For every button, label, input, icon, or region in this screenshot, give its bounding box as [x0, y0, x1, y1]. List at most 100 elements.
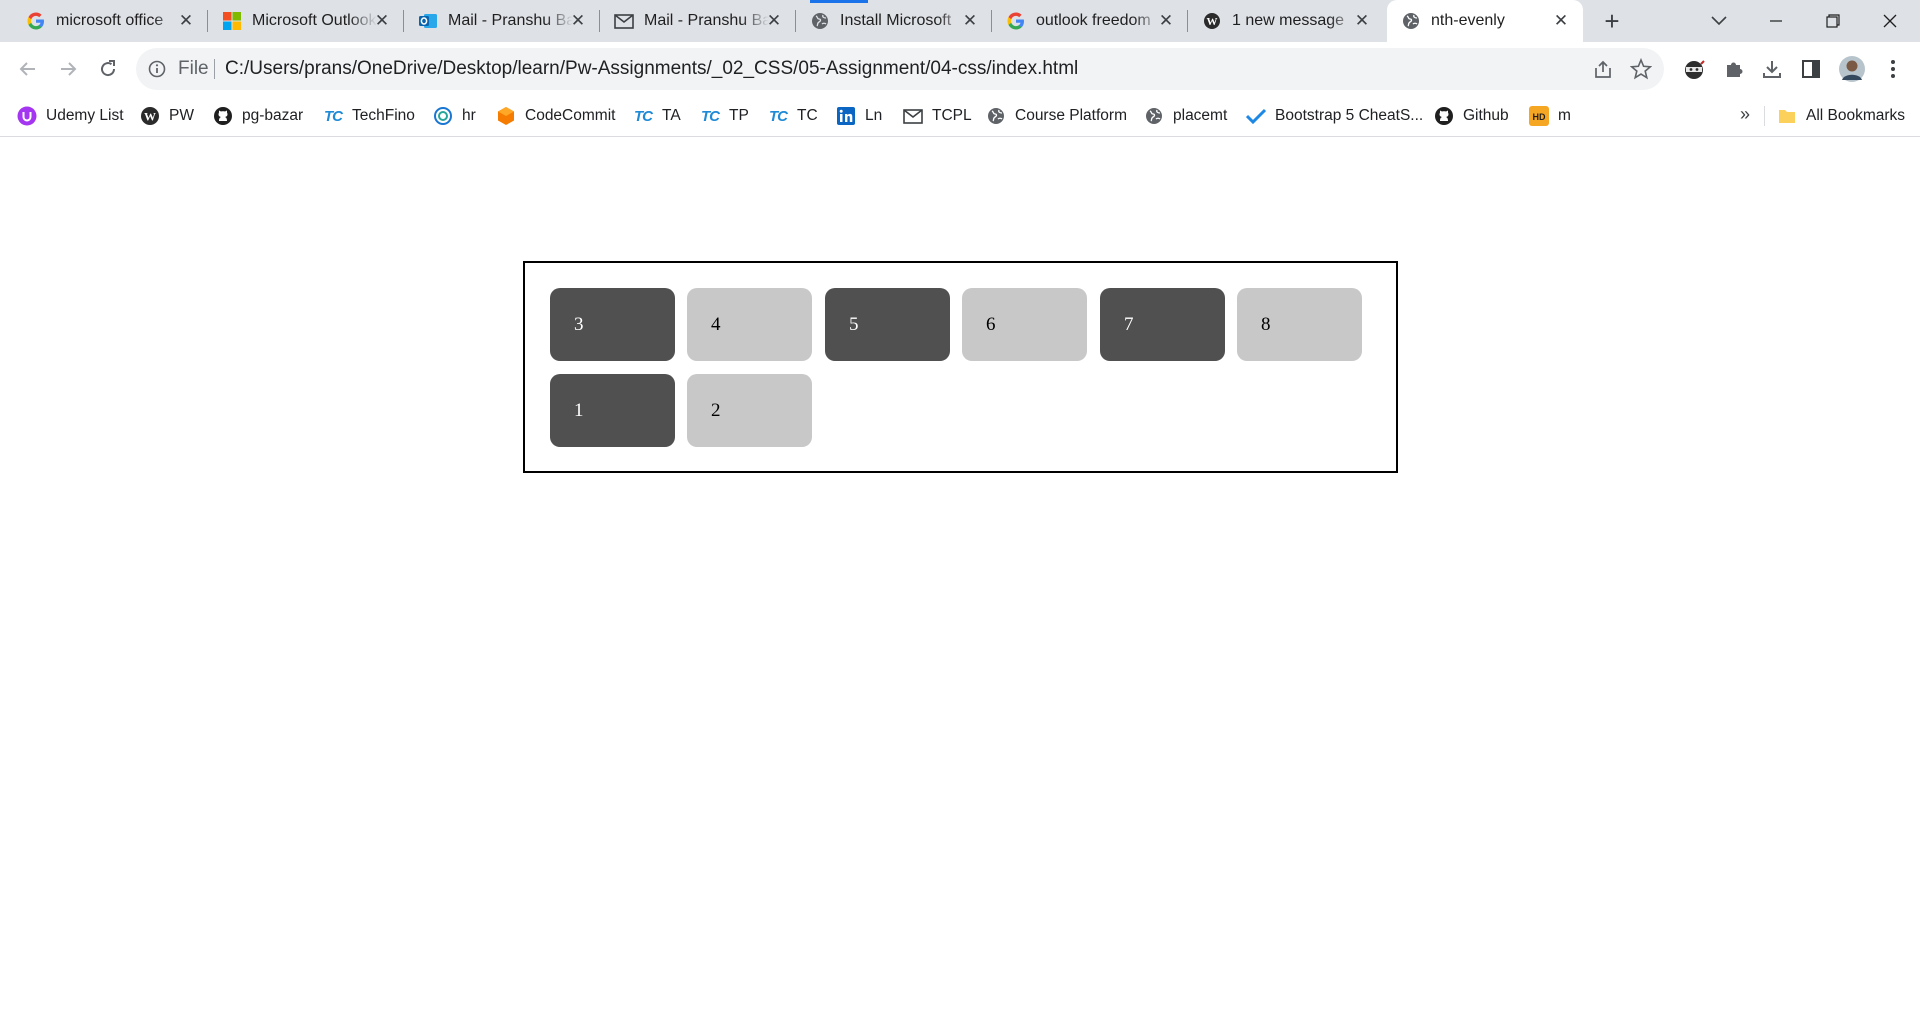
bookmark-pg-bazar[interactable]: pg-bazar [213, 105, 303, 127]
bookmark-github[interactable]: Github [1434, 105, 1509, 127]
tab-install-microsoft[interactable]: Install Microsoft ✕ [796, 0, 992, 42]
bookmark-label: Bootstrap 5 CheatS... [1275, 107, 1424, 124]
downloads-icon[interactable] [1758, 55, 1786, 83]
bookmark-label: Ln [865, 107, 883, 124]
bookmark-label: hr [462, 107, 476, 124]
globe-icon [1401, 11, 1421, 31]
address-bar[interactable]: File C:/Users/prans/OneDrive/Desktop/lea… [136, 48, 1664, 90]
back-button[interactable] [14, 55, 42, 83]
info-icon[interactable] [148, 60, 166, 78]
close-window-button[interactable] [1862, 0, 1918, 42]
grid-box: 3 [550, 288, 675, 361]
tab-new-message[interactable]: W 1 new message ✕ [1188, 0, 1384, 42]
tab-outlook-freedom[interactable]: outlook freedom ✕ [992, 0, 1188, 42]
arrow-right-icon [61, 62, 77, 76]
tab-microsoft-office[interactable]: microsoft office ✕ [12, 0, 208, 42]
bookmark-tp[interactable]: TC TP [700, 105, 749, 127]
tab-nth-evenly[interactable]: nth-evenly ✕ [1387, 0, 1583, 42]
new-tab-button[interactable]: + [1598, 6, 1626, 36]
tab-title: Mail - Pranshu Bansal [448, 12, 573, 29]
grid-box: 7 [1100, 288, 1225, 361]
tab-search-button[interactable] [1691, 0, 1747, 42]
bookmark-label: m [1558, 107, 1571, 124]
bookmark-label: TC [797, 107, 818, 124]
ninja-extension-icon[interactable] [1680, 55, 1708, 83]
wordpress-icon: W [1202, 11, 1222, 31]
bookmark-placemt[interactable]: placemt [1144, 105, 1227, 127]
reload-button[interactable] [94, 55, 122, 83]
close-icon[interactable]: ✕ [568, 11, 588, 31]
box-number: 7 [1124, 313, 1134, 335]
forward-button[interactable] [54, 55, 82, 83]
menu-kebab-icon[interactable] [1879, 55, 1907, 83]
bookmark-course-platform[interactable]: Course Platform [986, 105, 1127, 127]
bookmark-star-icon[interactable] [1629, 57, 1653, 80]
hd-icon: HD [1529, 106, 1549, 126]
extensions-puzzle-icon[interactable] [1720, 55, 1748, 83]
profile-avatar[interactable] [1838, 55, 1866, 83]
close-icon[interactable]: ✕ [960, 11, 980, 31]
minimize-button[interactable] [1748, 0, 1804, 42]
grid-box: 2 [687, 374, 812, 447]
restore-icon [1826, 14, 1840, 28]
all-bookmarks-button[interactable]: All Bookmarks [1777, 105, 1905, 127]
bookmark-label: TA [662, 107, 681, 124]
bookmark-techfino[interactable]: TC TechFino [323, 105, 415, 127]
side-panel-icon[interactable] [1797, 55, 1825, 83]
close-icon[interactable]: ✕ [1156, 11, 1176, 31]
bookmark-udemy-list[interactable]: Udemy List [17, 105, 124, 127]
close-icon[interactable]: ✕ [1551, 11, 1571, 31]
tab-title: Microsoft Outlook [252, 12, 377, 29]
bookmark-label: TP [729, 107, 749, 124]
bookmark-m[interactable]: HD m [1529, 105, 1571, 127]
flex-container: 3 4 5 6 7 8 1 2 [523, 261, 1398, 473]
bookmark-tc[interactable]: TC TC [768, 105, 818, 127]
microsoft-icon [222, 11, 242, 31]
globe-icon [1144, 106, 1164, 126]
grid-box: 5 [825, 288, 950, 361]
bookmarks-divider [1764, 106, 1765, 126]
bookmarks-bar: Udemy List W PW pg-bazar TC TechFino hr … [0, 96, 1920, 137]
grid-box: 8 [1237, 288, 1362, 361]
bookmarks-overflow-button[interactable]: » [1740, 104, 1750, 125]
share-icon[interactable] [1592, 59, 1614, 81]
bookmark-ta[interactable]: TC TA [633, 105, 681, 127]
bookmark-ln[interactable]: Ln [836, 105, 882, 127]
svg-text:W: W [144, 110, 156, 124]
bookmark-pw[interactable]: W PW [140, 105, 194, 127]
box-number: 3 [574, 313, 584, 335]
bookmark-label: Udemy List [46, 107, 124, 124]
bookmark-bootstrap[interactable]: Bootstrap 5 CheatS... [1246, 105, 1423, 127]
codecommit-icon [496, 106, 516, 126]
bookmark-label: TechFino [352, 107, 415, 124]
folder-icon [1777, 106, 1797, 126]
linkedin-icon [836, 106, 856, 126]
tab-mail-outlook[interactable]: Mail - Pranshu Bansal ✕ [404, 0, 600, 42]
chevron-down-icon [1711, 16, 1727, 26]
tab-microsoft-outlook[interactable]: Microsoft Outlook ✕ [208, 0, 404, 42]
bookmark-label: Course Platform [1015, 107, 1127, 124]
box-number: 4 [711, 313, 721, 335]
bookmark-codecommit[interactable]: CodeCommit [496, 105, 615, 127]
bookmark-tcpl[interactable]: TCPL [903, 105, 972, 127]
tab-title: microsoft office [56, 12, 164, 29]
close-icon[interactable]: ✕ [764, 11, 784, 31]
google-icon [26, 11, 46, 31]
tab-title: 1 new message [1232, 12, 1345, 29]
bookmark-label: pg-bazar [242, 107, 304, 124]
close-icon[interactable]: ✕ [1352, 11, 1372, 31]
box-number: 5 [849, 313, 859, 335]
hr-icon [433, 106, 453, 126]
address-divider [214, 59, 215, 79]
bookmark-hr[interactable]: hr [433, 105, 476, 127]
globe-icon [810, 11, 830, 31]
close-icon[interactable]: ✕ [176, 11, 196, 31]
tab-mail-generic[interactable]: Mail - Pranshu Bansal ✕ [600, 0, 796, 42]
wordpress-icon: W [140, 106, 160, 126]
checkmark-icon [1246, 106, 1266, 126]
mail-icon [903, 106, 923, 126]
url-text[interactable]: C:/Users/prans/OneDrive/Desktop/learn/Pw… [225, 58, 1078, 80]
tc-logo-icon: TC [769, 107, 788, 125]
close-icon[interactable]: ✕ [372, 11, 392, 31]
restore-button[interactable] [1805, 0, 1861, 42]
